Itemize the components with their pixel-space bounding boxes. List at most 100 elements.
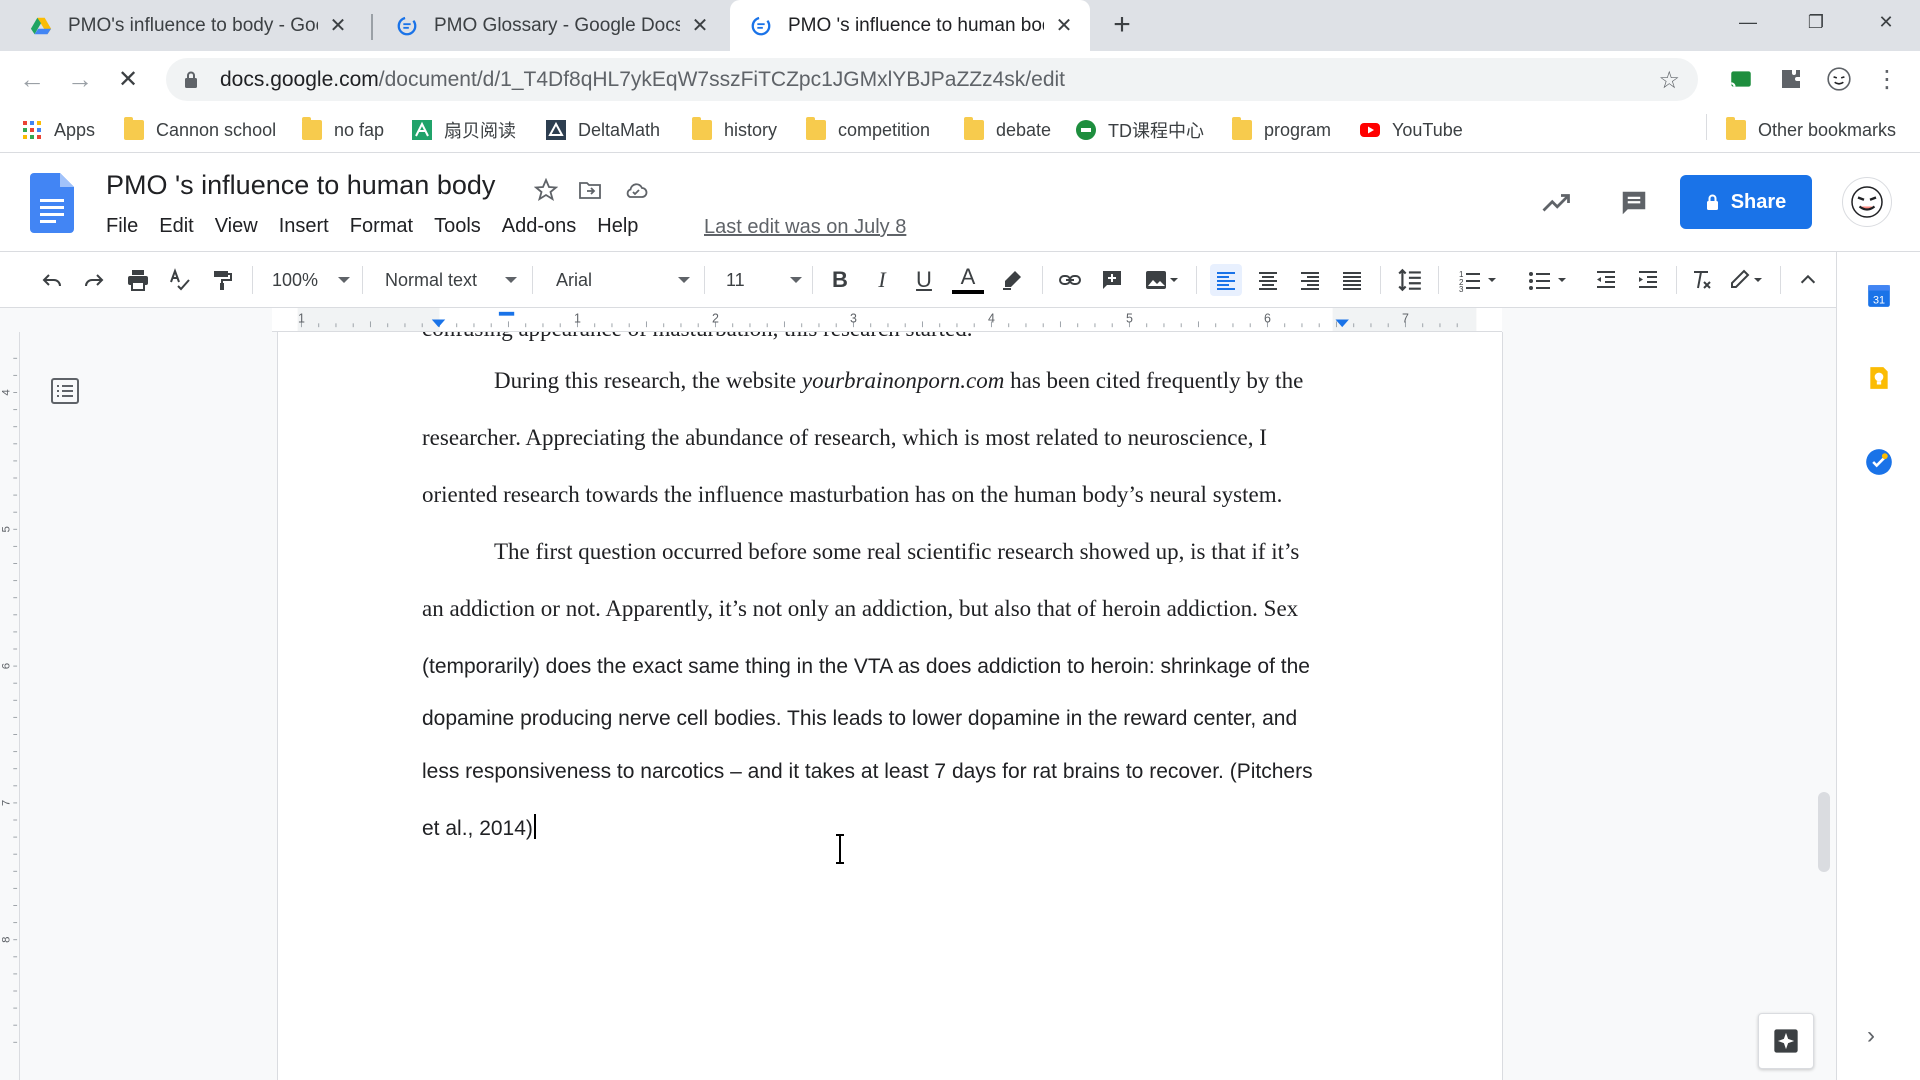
activity-trend-icon[interactable] bbox=[1536, 183, 1576, 223]
bold-button[interactable]: B bbox=[824, 264, 856, 296]
font-size-select[interactable]: 11 bbox=[726, 264, 802, 296]
tasks-icon[interactable] bbox=[1863, 446, 1895, 478]
bookmark-label: debate bbox=[996, 119, 1052, 140]
folder-icon bbox=[964, 117, 984, 140]
address-bar[interactable]: docs.google.com/document/d/1_T4Df8qHL7yk… bbox=[166, 58, 1698, 101]
bookmark-competition[interactable]: competition bbox=[806, 116, 930, 144]
avatar[interactable] bbox=[1842, 177, 1892, 227]
first-line-indent-marker[interactable] bbox=[498, 311, 515, 316]
comments-icon[interactable] bbox=[1614, 183, 1654, 223]
menu-insert[interactable]: Insert bbox=[279, 215, 329, 238]
last-edit-link[interactable]: Last edit was on July 8 bbox=[704, 216, 906, 239]
document-title[interactable]: PMO 's influence to human body bbox=[106, 170, 495, 201]
browser-menu-icon[interactable]: ⋮ bbox=[1872, 64, 1902, 94]
bookmark-program[interactable]: program bbox=[1232, 116, 1331, 144]
share-button[interactable]: Share bbox=[1680, 175, 1812, 229]
expand-panel-chevron-icon[interactable]: › bbox=[1867, 1022, 1875, 1050]
bookmark-youtube[interactable]: YouTube bbox=[1360, 116, 1463, 144]
tab-drive[interactable]: PMO's influence to body - Google Drive ✕ bbox=[10, 0, 364, 51]
bookmark-no-fap[interactable]: no fap bbox=[302, 116, 384, 144]
align-right-icon[interactable] bbox=[1294, 264, 1326, 296]
bookmark-td-course-center[interactable]: TD课程中心 bbox=[1076, 116, 1204, 144]
document-outline-icon[interactable] bbox=[50, 376, 80, 406]
line-spacing-icon[interactable] bbox=[1394, 264, 1426, 296]
text-line: oriented research towards the influence … bbox=[422, 482, 1283, 507]
star-icon[interactable] bbox=[532, 176, 560, 204]
stop-loading-button[interactable]: ✕ bbox=[110, 61, 146, 97]
bookmark-shanbay[interactable]: 扇贝阅读 bbox=[412, 116, 516, 144]
bookmark-star-icon[interactable]: ☆ bbox=[1658, 66, 1680, 95]
toolbar-separator bbox=[812, 266, 813, 294]
extensions-puzzle-icon[interactable] bbox=[1776, 64, 1806, 94]
move-folder-icon[interactable] bbox=[576, 176, 604, 204]
paragraph-style-select[interactable]: Normal text bbox=[385, 264, 517, 296]
folder-icon bbox=[124, 117, 144, 140]
horizontal-ruler[interactable]: 1 1 2 3 4 5 6 7 bbox=[272, 308, 1502, 332]
tab-glossary[interactable]: PMO Glossary - Google Docs ✕ bbox=[376, 0, 726, 51]
insert-image-icon[interactable] bbox=[1138, 264, 1186, 296]
underline-button[interactable]: U bbox=[908, 264, 940, 296]
close-icon[interactable]: ✕ bbox=[1052, 14, 1076, 38]
bulleted-list-icon[interactable] bbox=[1520, 264, 1576, 296]
browser-toolbar: ← → ✕ docs.google.com/document/d/1_T4Df8… bbox=[0, 51, 1920, 108]
text-run: et al., 2014) bbox=[422, 817, 533, 840]
align-center-icon[interactable] bbox=[1252, 264, 1284, 296]
decrease-indent-icon[interactable] bbox=[1590, 264, 1622, 296]
numbered-list-icon[interactable]: 123 bbox=[1450, 264, 1506, 296]
menu-addons[interactable]: Add-ons bbox=[502, 215, 577, 238]
spellcheck-icon[interactable] bbox=[164, 264, 196, 296]
google-docs-logo-icon[interactable] bbox=[30, 173, 74, 233]
highlight-pen-icon[interactable] bbox=[996, 264, 1028, 296]
explore-button[interactable] bbox=[1758, 1013, 1814, 1069]
editing-mode-pencil-icon[interactable] bbox=[1722, 264, 1770, 296]
toolbar-separator bbox=[704, 266, 705, 294]
keep-icon[interactable] bbox=[1863, 362, 1895, 394]
menu-format[interactable]: Format bbox=[350, 215, 413, 238]
menu-help[interactable]: Help bbox=[597, 215, 638, 238]
bookmark-history[interactable]: history bbox=[692, 116, 777, 144]
align-left-icon[interactable] bbox=[1210, 264, 1242, 296]
menu-file[interactable]: File bbox=[106, 215, 138, 238]
zoom-select[interactable]: 100% bbox=[272, 264, 350, 296]
calendar-icon[interactable]: 31 bbox=[1863, 280, 1895, 312]
tab-current-doc[interactable]: PMO 's influence to human body - Google … bbox=[730, 0, 1090, 51]
forward-button[interactable]: → bbox=[62, 61, 98, 97]
new-tab-button[interactable]: + bbox=[1106, 8, 1138, 41]
vertical-scrollbar-thumb[interactable] bbox=[1818, 792, 1830, 872]
document-page[interactable]: confusing appearance of masturbation, th… bbox=[277, 332, 1503, 1080]
close-icon[interactable]: ✕ bbox=[326, 14, 350, 38]
print-icon[interactable] bbox=[122, 264, 154, 296]
bookmark-other[interactable]: Other bookmarks bbox=[1726, 116, 1896, 144]
profile-face-icon[interactable] bbox=[1824, 64, 1854, 94]
paint-format-icon[interactable] bbox=[206, 264, 238, 296]
italic-button[interactable]: I bbox=[866, 264, 898, 296]
bookmark-cannon-school[interactable]: Cannon school bbox=[124, 116, 276, 144]
restore-button[interactable]: ❐ bbox=[1786, 0, 1846, 44]
text-line: (temporarily) does the exact same thing … bbox=[422, 655, 1310, 678]
window-close-button[interactable]: ✕ bbox=[1856, 0, 1916, 44]
close-icon[interactable]: ✕ bbox=[688, 14, 712, 38]
menu-tools[interactable]: Tools bbox=[434, 215, 481, 238]
redo-icon[interactable] bbox=[78, 264, 110, 296]
back-button[interactable]: ← bbox=[14, 61, 50, 97]
font-select[interactable]: Arial bbox=[556, 264, 690, 296]
toolbar-separator bbox=[1676, 266, 1677, 294]
text-color-button[interactable]: A bbox=[952, 264, 984, 294]
collapse-menus-chevron-up-icon[interactable] bbox=[1792, 264, 1824, 296]
menu-view[interactable]: View bbox=[215, 215, 258, 238]
vertical-ruler[interactable]: 4 5 6 7 8 bbox=[0, 332, 20, 1080]
cast-icon[interactable] bbox=[1726, 64, 1756, 94]
clear-formatting-icon[interactable] bbox=[1686, 264, 1718, 296]
text-run: During this research, the website bbox=[494, 368, 802, 393]
increase-indent-icon[interactable] bbox=[1632, 264, 1664, 296]
minimize-button[interactable]: — bbox=[1718, 0, 1778, 44]
bookmark-apps[interactable]: Apps bbox=[22, 116, 95, 144]
cloud-saved-icon[interactable] bbox=[622, 176, 650, 204]
align-justify-icon[interactable] bbox=[1336, 264, 1368, 296]
undo-icon[interactable] bbox=[36, 264, 68, 296]
add-comment-icon[interactable] bbox=[1096, 264, 1128, 296]
bookmark-debate[interactable]: debate bbox=[964, 116, 1051, 144]
bookmark-deltamath[interactable]: DeltaMath bbox=[546, 116, 660, 144]
link-icon[interactable] bbox=[1054, 264, 1086, 296]
menu-edit[interactable]: Edit bbox=[159, 215, 193, 238]
